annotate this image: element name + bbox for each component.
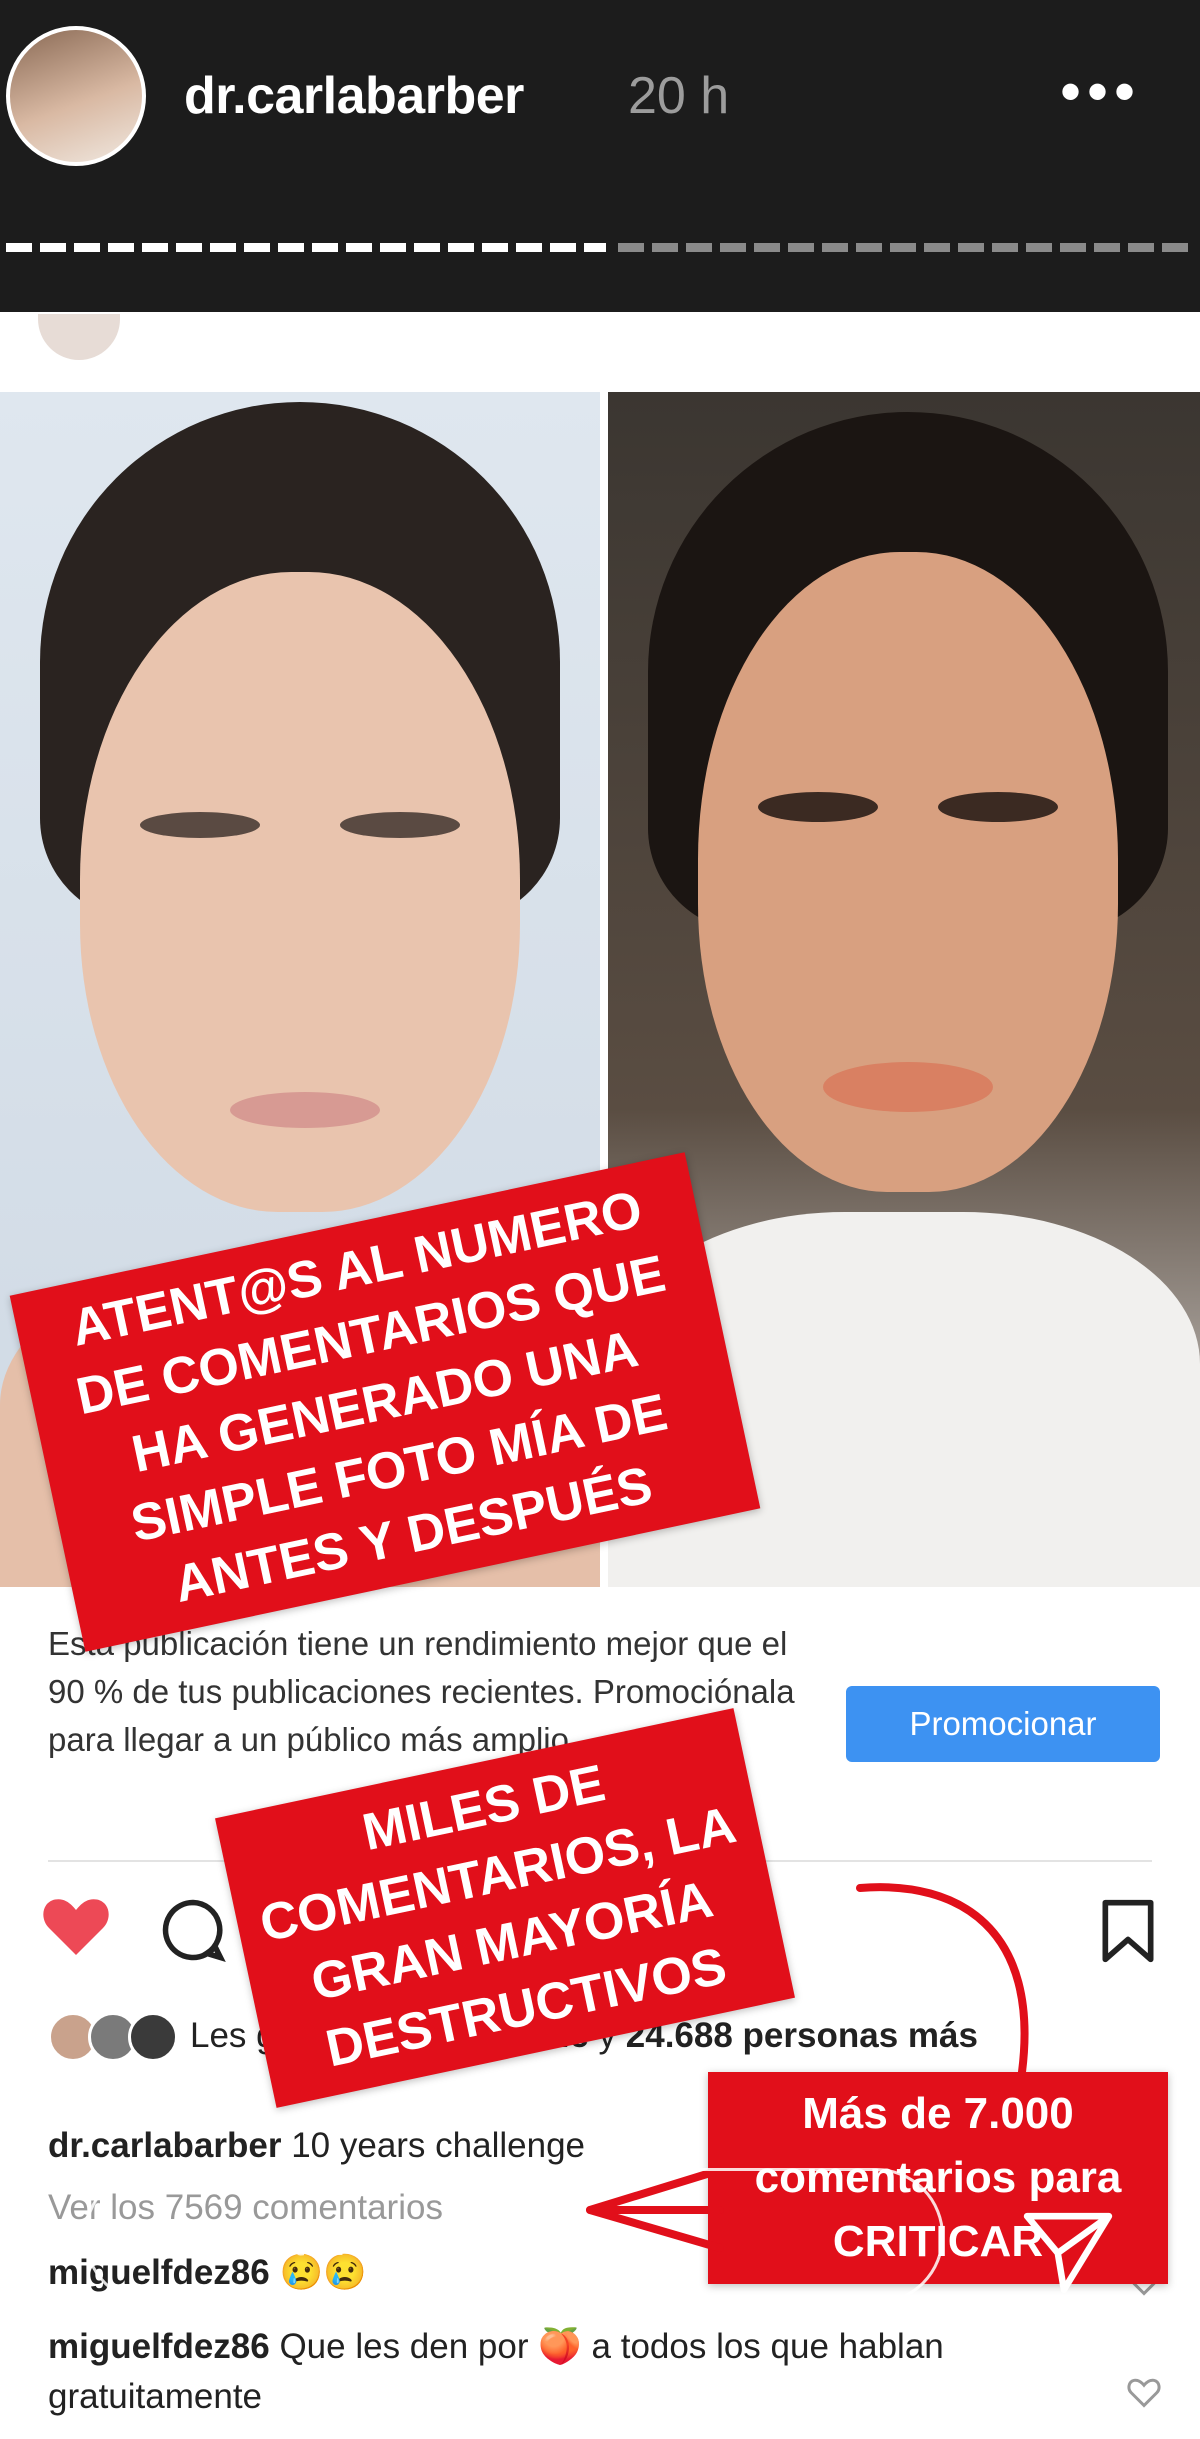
likers-avatars — [48, 2012, 178, 2062]
post-screenshot: Esta publicación tiene un rendimiento me… — [0, 312, 1200, 2439]
comment-item: miguelfdez86 Que les den por 🍑 a todos l… — [48, 2327, 944, 2416]
progress-segment-remaining — [618, 243, 1194, 252]
send-message-placeholder: Enviar mensaje — [179, 2210, 524, 2266]
likes-summary[interactable]: Les gusta a felipedroche y 24.688 person… — [190, 2012, 1090, 2060]
post-avatar — [38, 314, 120, 360]
heart-icon[interactable] — [40, 1892, 112, 1958]
comment-icon[interactable] — [160, 1897, 226, 1963]
promo-caption: Esta publicación tiene un rendimiento me… — [48, 1625, 795, 1758]
before-photo — [0, 392, 600, 1587]
after-photo — [608, 392, 1200, 1587]
story-time: 20 h — [628, 67, 730, 125]
comment-like-icon[interactable] — [1126, 2374, 1162, 2410]
send-message-input[interactable]: Enviar mensaje — [84, 2168, 944, 2304]
comment-like-icon[interactable] — [1126, 2262, 1162, 2298]
more-horizontal-icon[interactable]: ••• — [1060, 62, 1141, 122]
send-icon[interactable] — [1018, 2208, 1118, 2298]
divider — [48, 1860, 1152, 1862]
story-progress — [6, 243, 1194, 252]
avatar[interactable] — [6, 26, 146, 166]
story-username[interactable]: dr.carlabarber — [184, 66, 524, 126]
promote-button[interactable]: Promocionar — [846, 1686, 1160, 1762]
caption-username[interactable]: dr.carlabarber — [48, 2126, 281, 2165]
bookmark-icon[interactable] — [1098, 1897, 1158, 1965]
post-caption: dr.carlabarber 10 years challenge — [48, 2126, 586, 2165]
story-header: dr.carlabarber 20 h ••• — [0, 0, 1200, 312]
progress-segment-viewed — [6, 243, 606, 252]
